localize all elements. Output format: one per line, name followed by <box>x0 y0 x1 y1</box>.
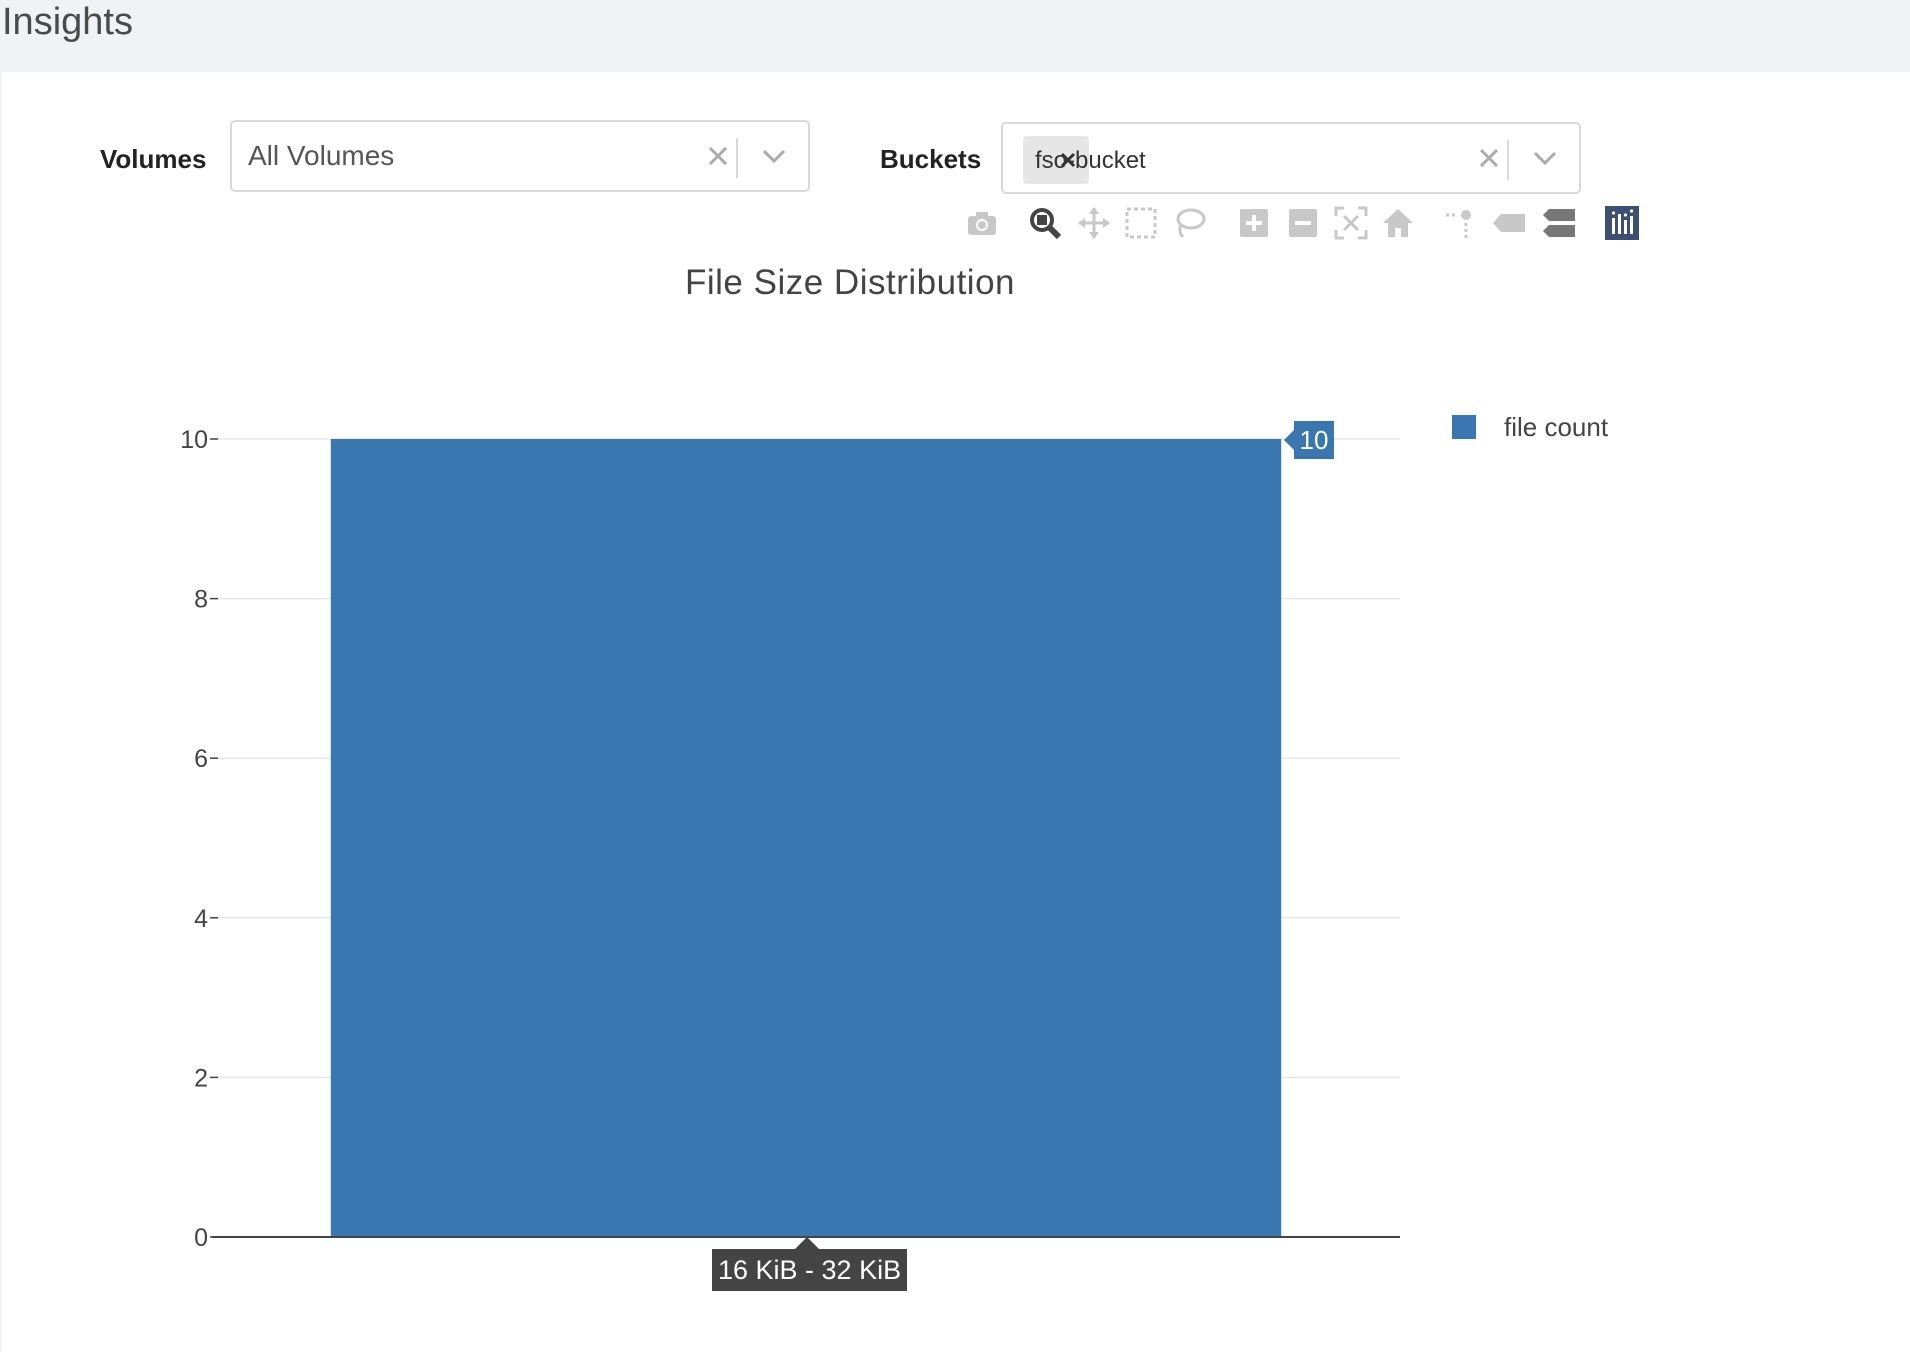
camera-icon[interactable] <box>963 204 1001 242</box>
box-select-icon[interactable] <box>1122 204 1160 242</box>
pan-icon[interactable] <box>1075 204 1113 242</box>
hover-category-pointer <box>795 1237 819 1249</box>
hover-category-label: 16 KiB - 32 KiB <box>712 1249 908 1291</box>
zoom-in-icon[interactable] <box>1235 204 1273 242</box>
zoom-icon[interactable] <box>1026 204 1064 242</box>
buckets-separator <box>1507 140 1509 180</box>
legend-swatch[interactable] <box>1452 415 1476 439</box>
reset-axes-icon[interactable] <box>1379 204 1417 242</box>
hover-closest-icon[interactable] <box>1490 204 1528 242</box>
hover-value-pointer <box>1284 430 1294 450</box>
page-header: Insights <box>0 0 1910 72</box>
volumes-select-value: All Volumes <box>248 140 395 171</box>
page-title: Insights <box>2 1 133 43</box>
buckets-chevron-down-icon[interactable] <box>1523 136 1567 180</box>
buckets-select[interactable]: fso-bucket <box>1001 122 1581 194</box>
bucket-tag-label: fso-bucket <box>1035 147 1146 174</box>
bucket-tag: fso-bucket <box>1023 136 1146 184</box>
volumes-label: Volumes <box>100 144 207 174</box>
lasso-select-icon[interactable] <box>1171 204 1209 242</box>
spike-lines-icon[interactable] <box>1440 204 1478 242</box>
tag-remove-icon[interactable] <box>1055 146 1081 174</box>
buckets-label: Buckets <box>880 144 982 174</box>
chart-title: File Size Distribution <box>685 263 1015 302</box>
volumes-select[interactable]: All Volumes <box>230 120 810 192</box>
volumes-separator <box>736 138 738 178</box>
plotly-logo-icon[interactable] <box>1603 204 1641 242</box>
volumes-chevron-down-icon[interactable] <box>752 134 796 178</box>
zoom-out-icon[interactable] <box>1284 204 1322 242</box>
volumes-clear-icon[interactable] <box>698 134 738 178</box>
legend-label[interactable]: file count <box>1504 412 1608 443</box>
hover-compare-icon[interactable] <box>1540 204 1578 242</box>
buckets-clear-icon[interactable] <box>1469 136 1509 180</box>
hover-value-label: 10 <box>1294 421 1334 459</box>
autoscale-icon[interactable] <box>1332 204 1370 242</box>
